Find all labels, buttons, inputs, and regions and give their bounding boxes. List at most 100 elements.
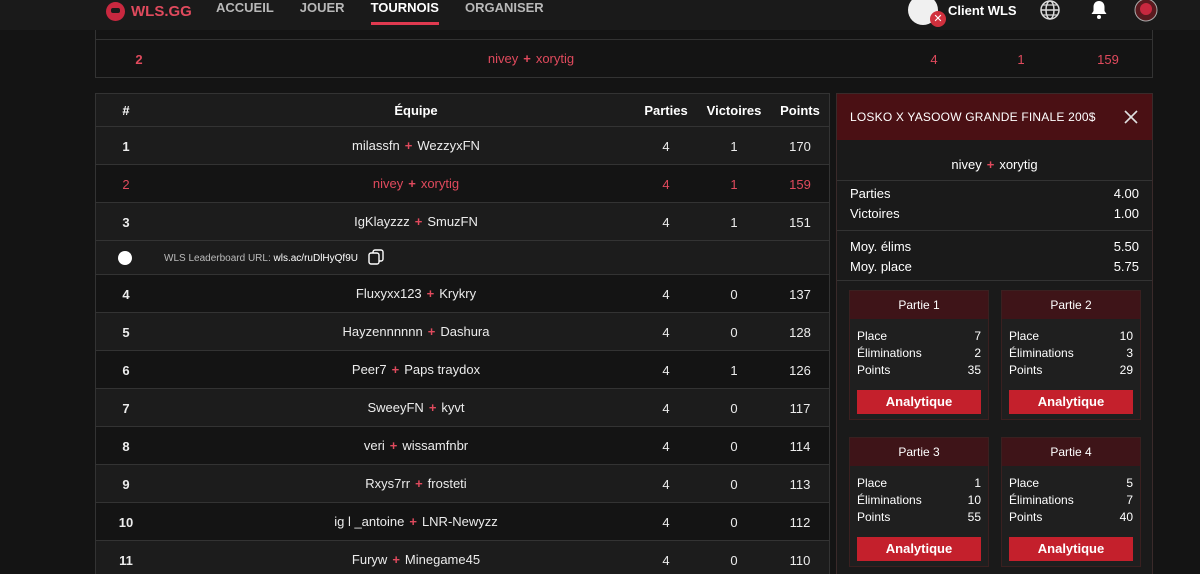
table-row[interactable]: 1 milassfn + WezzyxFN 4 1 170 — [96, 126, 829, 164]
nav-item-jouer[interactable]: JOUER — [300, 0, 345, 30]
table-row[interactable]: 9 Rxys7rr + frosteti 4 0 113 — [96, 464, 829, 502]
plus-icon: + — [426, 286, 435, 301]
player-name: Furyw — [351, 552, 388, 567]
table-row[interactable]: 2 nivey + xorytig 4 1 159 — [96, 164, 829, 202]
wls-skull-icon — [118, 251, 132, 265]
nav-item-organiser[interactable]: ORGANISER — [465, 0, 544, 30]
player-name: frosteti — [427, 476, 467, 491]
analytics-button[interactable]: Analytique — [1009, 390, 1133, 414]
game-card-4: Partie 4 Place 5 Éliminations 7 Points 40 A… — [1001, 437, 1141, 567]
parties-cell: 4 — [662, 553, 670, 568]
game-title: Partie 3 — [850, 438, 988, 466]
team-detail-panel: LOSKO X YASOOW GRANDE FINALE 200$ nivey +… — [836, 93, 1153, 574]
game-elims: Éliminations 2 — [857, 346, 981, 360]
victoires-cell: 0 — [730, 553, 738, 568]
points-cell: 112 — [789, 515, 811, 530]
disconnected-x-icon: ✕ — [930, 11, 946, 27]
parties-cell: 4 — [662, 177, 670, 192]
player-name: kyvt — [441, 400, 465, 415]
analytics-button[interactable]: Analytique — [857, 390, 981, 414]
game-points: Points 29 — [1009, 363, 1133, 377]
table-row[interactable]: 5 Hayzennnnnn + Dashura 4 0 128 — [96, 312, 829, 350]
victoires-cell: 1 — [730, 139, 738, 154]
table-row[interactable]: 4 Fluxyxx123 + Krykry 4 0 137 — [96, 274, 829, 312]
plus-icon: + — [428, 400, 437, 415]
parties-cell: 4 — [662, 325, 670, 340]
globe-icon[interactable] — [1038, 0, 1062, 22]
player-name: Peer7 — [351, 362, 387, 377]
panel-team-name: nivey + xorytig — [837, 157, 1152, 172]
player-name: wissamfnbr — [402, 438, 469, 453]
rank-cell: 2 — [122, 177, 130, 192]
table-row[interactable]: 3 IgKlayzzz + SmuzFN 4 1 151 — [96, 202, 829, 240]
col-points: Points — [780, 103, 820, 118]
game-title: Partie 2 — [1002, 291, 1140, 319]
points-cell: 137 — [789, 287, 811, 302]
player-name: Krykry — [439, 286, 477, 301]
player-name: nivey — [372, 176, 404, 191]
game-elims: Éliminations 10 — [857, 493, 981, 507]
panel-title: LOSKO X YASOOW GRANDE FINALE 200$ — [850, 110, 1096, 124]
game-card-2: Partie 2 Place 10 Éliminations 3 Points 29 … — [1001, 290, 1141, 420]
client-wls-button[interactable]: ✕ Client WLS — [908, 0, 1017, 27]
stat-victoires: Victoires 1.00 — [850, 206, 1139, 221]
brand-logo[interactable]: WLS.GG — [106, 0, 192, 22]
main-nav: ACCUEIL JOUER TOURNOIS ORGANISER — [216, 0, 570, 30]
table-row[interactable]: 11 Furyw + Minegame45 4 0 110 — [96, 540, 829, 574]
stat-moy-place: Moy. place 5.75 — [850, 259, 1139, 274]
client-label: Client WLS — [948, 2, 1017, 18]
points-cell: 128 — [789, 325, 811, 340]
team-cell: Rxys7rr + frosteti — [211, 476, 621, 491]
team-cell: nivey + xorytig — [211, 176, 621, 191]
copy-icon[interactable] — [368, 249, 384, 265]
table-row[interactable]: 7 SweeyFN + kyvt 4 0 117 — [96, 388, 829, 426]
leaderboard-url[interactable]: wls.ac/ruDlHyQf9U — [274, 253, 358, 264]
table-header: # Équipe Parties Victoires Points — [96, 94, 829, 126]
bell-icon[interactable] — [1087, 0, 1111, 22]
user-avatar-icon[interactable] — [1134, 0, 1158, 22]
url-label: WLS Leaderboard URL: wls.ac/ruDlHyQf9U — [164, 253, 358, 264]
analytics-button[interactable]: Analytique — [1009, 537, 1133, 561]
analytics-button[interactable]: Analytique — [857, 537, 981, 561]
divider — [837, 180, 1152, 181]
game-place: Place 10 — [1009, 329, 1133, 343]
team-cell: nivey + xorytig — [366, 51, 696, 66]
col-parties: Parties — [644, 103, 688, 118]
player-name: SweeyFN — [367, 400, 424, 415]
close-icon[interactable] — [1123, 109, 1139, 125]
game-place: Place 1 — [857, 476, 981, 490]
game-points: Points 40 — [1009, 510, 1133, 524]
stat-parties: Parties 4.00 — [850, 186, 1139, 201]
rank-cell: 1 — [122, 139, 130, 154]
player-name: nivey — [951, 157, 982, 172]
rank-cell: 9 — [122, 477, 130, 492]
parties-cell: 4 — [930, 52, 938, 67]
team-cell: Hayzennnnnn + Dashura — [211, 324, 621, 339]
player-name: Dashura — [440, 324, 490, 339]
player-name: Minegame45 — [404, 552, 481, 567]
leaderboard-url-row: WLS Leaderboard URL: wls.ac/ruDlHyQf9U — [96, 240, 829, 274]
table-row[interactable]: 6 Peer7 + Paps traydox 4 1 126 — [96, 350, 829, 388]
nav-item-accueil[interactable]: ACCUEIL — [216, 0, 274, 30]
nav-item-tournois[interactable]: TOURNOIS — [370, 0, 440, 30]
table-row[interactable]: 10 ig l _antoine + LNR-Newyzz 4 0 112 — [96, 502, 829, 540]
parties-cell: 4 — [662, 477, 670, 492]
col-team: Équipe — [394, 103, 438, 118]
divider — [837, 280, 1152, 281]
col-victoires: Victoires — [706, 103, 762, 118]
victoires-cell: 1 — [730, 177, 738, 192]
points-cell: 159 — [789, 177, 811, 192]
game-elims: Éliminations 7 — [1009, 493, 1133, 507]
own-team-row[interactable]: 2 nivey + xorytig 4 1 159 — [96, 39, 1152, 77]
player-name: Paps traydox — [404, 362, 481, 377]
brand-name: WLS.GG — [131, 2, 192, 20]
plus-icon: + — [415, 476, 423, 491]
parties-cell: 4 — [662, 439, 670, 454]
game-title: Partie 1 — [850, 291, 988, 319]
plus-icon: + — [391, 362, 400, 377]
player-name: xorytig — [535, 51, 575, 66]
rank-cell: 7 — [122, 401, 130, 416]
parties-cell: 4 — [662, 139, 670, 154]
table-row[interactable]: 8 veri + wissamfnbr 4 0 114 — [96, 426, 829, 464]
stat-moy-elims: Moy. élims 5.50 — [850, 239, 1139, 254]
